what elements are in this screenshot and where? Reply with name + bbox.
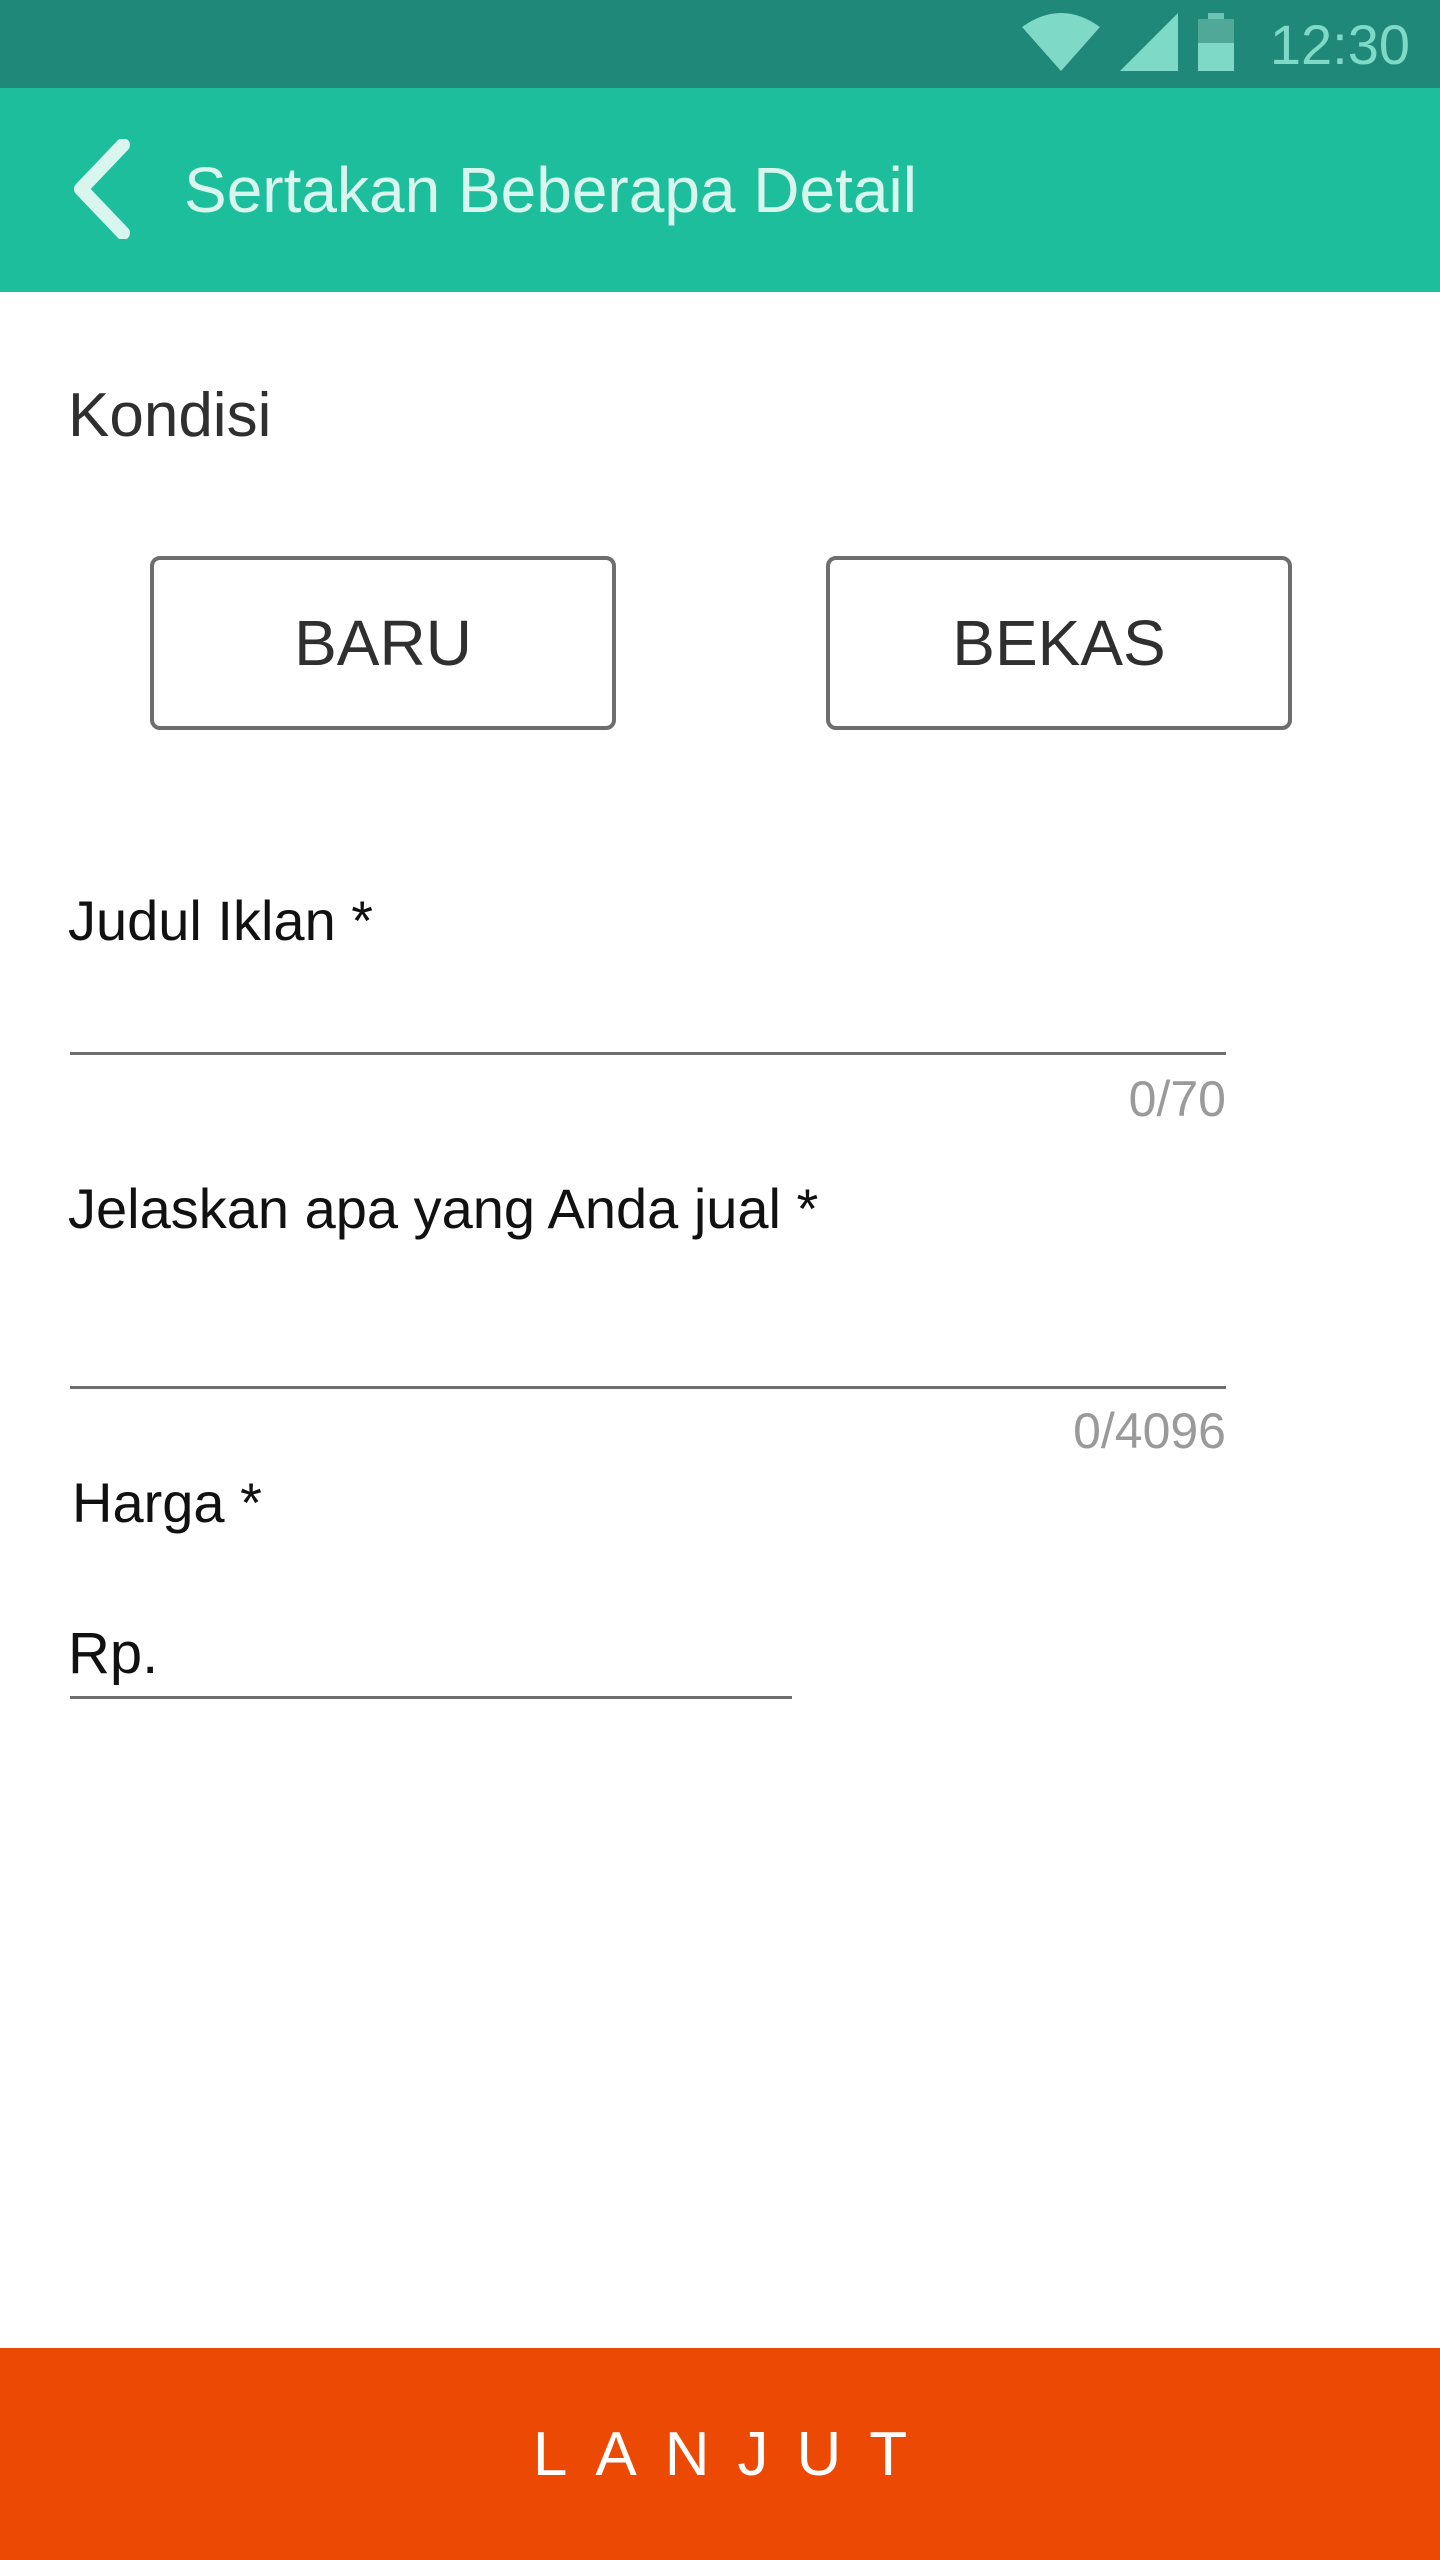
description-label: Jelaskan apa yang Anda jual *: [68, 1177, 819, 1240]
wifi-icon: [1021, 12, 1100, 76]
price-label: Harga *: [72, 1471, 262, 1534]
description-counter: 0/4096: [1073, 1403, 1226, 1459]
ad-title-label: Judul Iklan *: [68, 889, 374, 952]
condition-label: Kondisi: [68, 381, 272, 450]
price-underline: [70, 1696, 792, 1699]
condition-new-button[interactable]: BARU: [150, 556, 616, 730]
description-underline: [70, 1386, 1226, 1389]
ad-title-underline: [70, 1052, 1226, 1055]
status-icons: 12:30: [1021, 0, 1410, 88]
chevron-left-icon: [71, 137, 131, 244]
battery-icon: [1197, 12, 1234, 76]
status-time: 12:30: [1269, 12, 1410, 76]
signal-icon: [1119, 12, 1178, 76]
back-button[interactable]: [56, 126, 146, 256]
ad-title-counter: 0/70: [1128, 1071, 1226, 1127]
next-button[interactable]: LANJUT: [0, 2348, 1440, 2560]
next-button-label: LANJUT: [532, 2419, 936, 2489]
app-bar: Sertakan Beberapa Detail: [0, 88, 1440, 292]
description-input[interactable]: [70, 1290, 1226, 1390]
price-input[interactable]: [70, 1610, 792, 1700]
ad-title-input[interactable]: [70, 980, 1226, 1060]
status-bar: 12:30: [0, 0, 1440, 88]
condition-used-button[interactable]: BEKAS: [826, 556, 1292, 730]
page-title: Sertakan Beberapa Detail: [184, 154, 917, 226]
